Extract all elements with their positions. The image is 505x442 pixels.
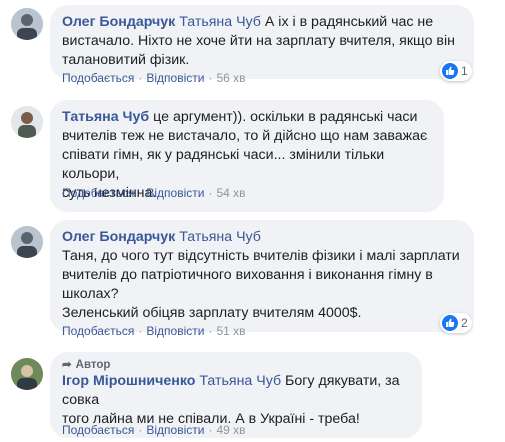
comment-text-line: Таня, до чого тут відсутність вчителів ф… <box>62 248 460 264</box>
avatar-photo-icon <box>11 358 43 390</box>
separator-dot: · <box>138 324 143 338</box>
comment-text-line: це аргумент)). оскільки в радянські часи <box>153 109 418 125</box>
separator-dot: · <box>208 71 213 85</box>
like-link[interactable]: Подобається <box>62 186 134 200</box>
mention-link[interactable]: Татьяна Чуб <box>179 229 261 245</box>
thumbs-up-icon <box>442 315 458 331</box>
reply-link[interactable]: Відповісти <box>146 324 204 338</box>
separator-dot: · <box>138 186 143 200</box>
avatar[interactable] <box>11 358 43 390</box>
mention-link[interactable]: Татьяна Чуб <box>199 373 281 389</box>
reply-link[interactable]: Відповісти <box>146 186 204 200</box>
avatar[interactable] <box>11 106 43 138</box>
avatar-photo-icon <box>11 106 43 138</box>
comment-text-line: співати гімн, як у радянські часи... змі… <box>62 147 385 182</box>
author-badge: ➦ Автор <box>62 359 111 371</box>
thumbs-up-icon <box>442 63 458 79</box>
comment-actions: Подобається · Відповісти · 49 хв <box>62 423 246 437</box>
comment-actions: Подобається · Відповісти · 51 хв <box>62 324 246 338</box>
separator-dot: · <box>138 423 143 437</box>
reply-link[interactable]: Відповісти <box>146 423 204 437</box>
like-link[interactable]: Подобається <box>62 71 134 85</box>
comment-text-line: талановитий фізик. <box>62 52 190 68</box>
separator-dot: · <box>208 324 213 338</box>
comment-text-line: школах? <box>62 286 119 302</box>
comment-author-link[interactable]: Ігор Мірошниченко <box>62 373 195 389</box>
separator-dot: · <box>208 423 213 437</box>
separator-dot: · <box>138 71 143 85</box>
comment-text-line: вистачало. Ніхто не хоче йти на зарплату… <box>62 33 455 49</box>
reaction-count-badge[interactable]: 1 <box>440 61 472 81</box>
mention-link[interactable]: Татьяна Чуб <box>179 14 261 30</box>
reaction-count-badge[interactable]: 2 <box>440 313 472 333</box>
avatar-photo-icon <box>11 8 43 40</box>
comment-bubble: Олег Бондарчук Татьяна Чуб А іх і в радя… <box>50 5 474 79</box>
separator-dot: · <box>208 186 213 200</box>
comment-actions: Подобається · Відповісти · 54 хв <box>62 186 246 200</box>
comment-author-link[interactable]: Татьяна Чуб <box>62 109 149 125</box>
comment-timestamp[interactable]: 56 хв <box>216 71 245 85</box>
avatar[interactable] <box>11 226 43 258</box>
comment-text-line: А іх і в радянський час не <box>264 14 434 30</box>
avatar[interactable] <box>11 8 43 40</box>
share-arrow-icon: ➦ <box>62 359 72 371</box>
comment-actions: Подобається · Відповісти · 56 хв <box>62 71 246 85</box>
comment-author-link[interactable]: Олег Бондарчук <box>62 14 175 30</box>
like-link[interactable]: Подобається <box>62 324 134 338</box>
reaction-count: 2 <box>461 316 468 330</box>
comment-text-line: вчителів теж не вистачало, то й дійсно щ… <box>62 128 428 144</box>
comment-text-line: вчителів до патріотичного виховання і ви… <box>62 267 433 283</box>
avatar-photo-icon <box>11 226 43 258</box>
comment-bubble: Олег Бондарчук Татьяна Чуб Таня, до чого… <box>50 220 474 332</box>
like-link[interactable]: Подобається <box>62 423 134 437</box>
reply-link[interactable]: Відповісти <box>146 71 204 85</box>
comment-text-line: Зеленський обіцяв зарплату вчителям 4000… <box>62 305 362 321</box>
comment-timestamp[interactable]: 49 хв <box>216 423 245 437</box>
comment-timestamp[interactable]: 51 хв <box>216 324 245 338</box>
comment-author-link[interactable]: Олег Бондарчук <box>62 229 175 245</box>
comment-timestamp[interactable]: 54 хв <box>216 186 245 200</box>
reaction-count: 1 <box>461 64 468 78</box>
